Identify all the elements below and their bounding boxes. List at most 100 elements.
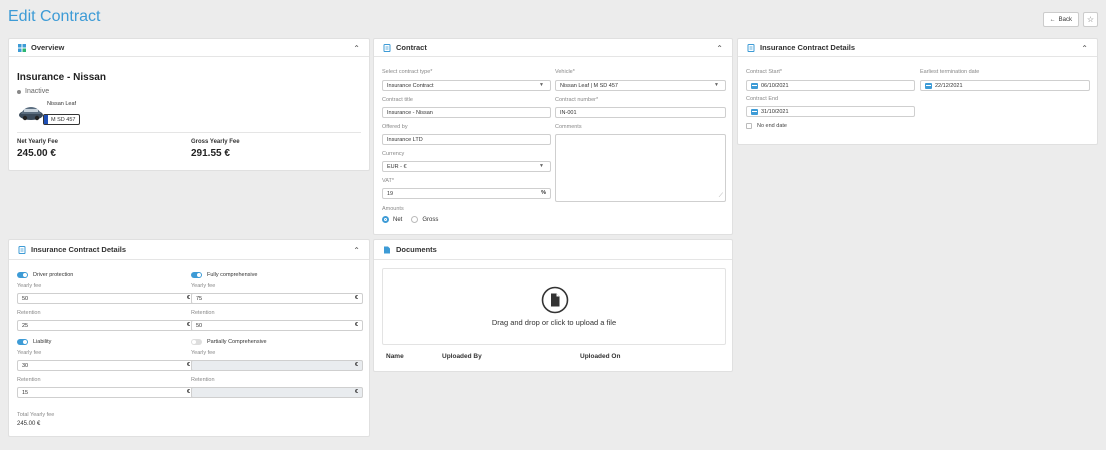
liability-toggle[interactable] <box>17 339 28 345</box>
back-button[interactable]: ← Back <box>1042 12 1079 27</box>
overview-header[interactable]: Overview ⌃ <box>9 39 369 57</box>
offered-by-input[interactable]: Insurance LTD <box>382 134 551 145</box>
contract-start-input[interactable]: 06/10/2021 <box>746 80 915 91</box>
euro-suffix: € <box>354 389 358 395</box>
coverage-toggle-row[interactable]: Partially Comprehensive <box>191 339 267 345</box>
fully-comprehensive-retention-input[interactable]: 50 € <box>191 320 363 331</box>
euro-suffix: € <box>186 322 190 328</box>
coverage-toggle-row[interactable]: Driver protection <box>17 272 73 278</box>
yearly-fee-label: Yearly fee <box>17 283 42 289</box>
fully-comprehensive-fee-input[interactable]: 75 € <box>191 293 363 304</box>
contract-title-value: Insurance - Nissan <box>387 109 433 116</box>
vehicle-thumbnail <box>18 99 44 125</box>
driver-protection-toggle[interactable] <box>17 272 28 278</box>
column-header-uploaded-by[interactable]: Uploaded By <box>442 353 482 360</box>
gross-fee-value: 291.55 € <box>191 148 230 159</box>
chevron-up-icon[interactable]: ⌃ <box>716 44 723 53</box>
overview-panel: Overview ⌃ Insurance - Nissan Inactive N… <box>8 38 370 171</box>
partially-comprehensive-fee-input: € <box>191 360 363 371</box>
file-dropzone[interactable]: Drag and drop or click to upload a file <box>382 268 726 345</box>
net-fee-label: Net Yearly Fee <box>17 139 58 145</box>
contract-end-label: Contract End <box>746 96 779 102</box>
coverage-toggle-row[interactable]: Liability <box>17 339 51 345</box>
calendar-icon <box>925 82 932 89</box>
chevron-up-icon[interactable]: ⌃ <box>353 44 360 53</box>
currency-select[interactable]: EUR - € ▼ <box>382 161 551 172</box>
contract-number-input[interactable]: IN-001 <box>555 107 726 118</box>
insurance-details-top-panel: Insurance Contract Details ⌃ Contract St… <box>737 38 1098 145</box>
coverage-name: Fully comprehensive <box>207 272 258 278</box>
coverage-toggle-row[interactable]: Fully comprehensive <box>191 272 257 278</box>
contract-number-value: IN-001 <box>560 109 577 116</box>
offered-by-value: Insurance LTD <box>387 136 423 143</box>
insurance-details-top-header[interactable]: Insurance Contract Details ⌃ <box>738 39 1097 57</box>
fee-value: 75 <box>196 295 203 302</box>
driver-protection-retention-input[interactable]: 25 € <box>17 320 195 331</box>
liability-retention-input[interactable]: 15 € <box>17 387 195 398</box>
overview-title: Overview <box>31 43 65 52</box>
column-header-uploaded-on[interactable]: Uploaded On <box>580 353 620 360</box>
gross-radio[interactable] <box>411 216 419 223</box>
dropzone-text: Drag and drop or click to upload a file <box>491 318 617 327</box>
contract-header[interactable]: Contract ⌃ <box>374 39 732 57</box>
contract-end-input[interactable]: 31/10/2021 <box>746 106 915 117</box>
currency-label: Currency <box>382 151 405 157</box>
contract-title-input[interactable]: Insurance - Nissan <box>382 107 551 118</box>
document-icon <box>18 245 26 254</box>
vehicle-model: Nissan Leaf <box>47 101 77 107</box>
offered-by-label: Offered by <box>382 124 408 130</box>
document-icon <box>383 43 391 52</box>
no-end-date-checkbox[interactable] <box>746 123 752 129</box>
insurance-details-bottom-panel: Insurance Contract Details ⌃ Driver prot… <box>8 239 370 437</box>
chevron-up-icon[interactable]: ⌃ <box>1081 44 1088 53</box>
retention-label: Retention <box>191 310 215 316</box>
euro-suffix: € <box>186 295 190 301</box>
grid-icon <box>18 43 26 52</box>
status-text: Inactive <box>25 88 50 95</box>
vehicle-select[interactable]: Nissan Leaf | M SD 457 ▼ <box>555 80 726 91</box>
liability-fee-input[interactable]: 30 € <box>17 360 195 371</box>
contract-start-label: Contract Start* <box>746 69 783 75</box>
retention-label: Retention <box>17 377 41 383</box>
percent-suffix: % <box>541 190 546 196</box>
status-badge: Inactive <box>17 88 49 95</box>
total-yearly-fee-value: 245.00 € <box>17 421 41 427</box>
vat-label: VAT* <box>382 178 395 184</box>
vat-value: 19 <box>387 190 394 197</box>
contract-type-value: Insurance Contract <box>387 82 434 89</box>
earliest-termination-input[interactable]: 22/12/2021 <box>920 80 1090 91</box>
comments-textarea[interactable]: ⟋ <box>555 134 726 202</box>
insurance-details-top-title: Insurance Contract Details <box>760 43 856 52</box>
net-radio[interactable] <box>382 216 389 223</box>
fully-comprehensive-toggle[interactable] <box>191 272 202 278</box>
currency-value: EUR - € <box>387 163 407 170</box>
driver-protection-fee-input[interactable]: 50 € <box>17 293 195 304</box>
resize-handle-icon[interactable]: ⟋ <box>719 193 723 200</box>
column-header-name[interactable]: Name <box>386 353 404 360</box>
page-title: Edit Contract <box>8 8 101 25</box>
upload-file-icon <box>541 286 569 314</box>
plate-text: M SD 457 <box>51 116 76 123</box>
coverage-name: Partially Comprehensive <box>207 339 267 345</box>
comments-label: Comments <box>555 124 582 130</box>
retention-value: 50 <box>196 322 203 329</box>
vat-input[interactable]: 19 % <box>382 188 551 199</box>
arrow-left-icon: ← <box>1049 16 1056 23</box>
earliest-termination-label: Earliest termination date <box>920 69 980 75</box>
contract-number-label: Contract number* <box>555 97 599 103</box>
retention-label: Retention <box>191 377 215 383</box>
amounts-radio-group: Net Gross <box>382 216 438 223</box>
gross-fee-label: Gross Yearly Fee <box>191 139 240 145</box>
chevron-up-icon[interactable]: ⌃ <box>353 246 360 255</box>
contract-type-select[interactable]: Insurance Contract ▼ <box>382 80 551 91</box>
no-end-date-option[interactable]: No end date <box>746 123 787 129</box>
partially-comprehensive-toggle[interactable] <box>191 339 202 345</box>
caret-down-icon: ▼ <box>714 82 719 88</box>
vehicle-value: Nissan Leaf | M SD 457 <box>560 82 618 89</box>
documents-panel: Documents Drag and drop or click to uplo… <box>373 239 733 372</box>
total-yearly-fee-label: Total Yearly fee <box>17 412 55 418</box>
insurance-details-bottom-header[interactable]: Insurance Contract Details ⌃ <box>9 240 369 260</box>
favorite-button[interactable]: ☆ <box>1083 12 1098 27</box>
euro-suffix: € <box>186 362 190 368</box>
euro-suffix: € <box>186 389 190 395</box>
